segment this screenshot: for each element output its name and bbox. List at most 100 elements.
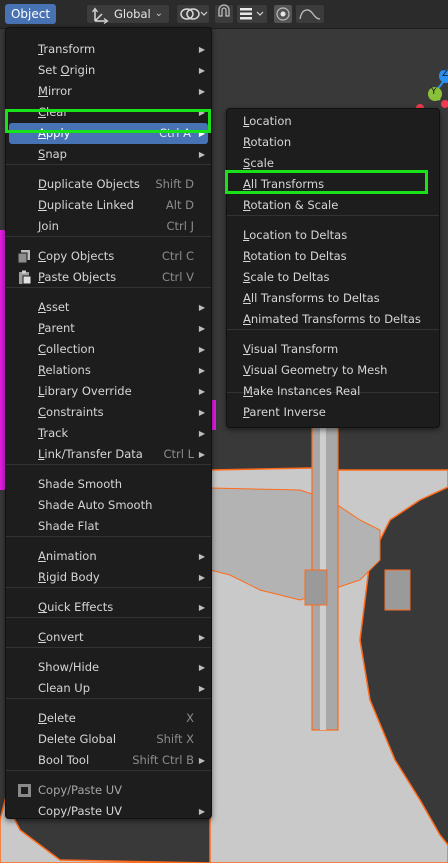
menu-item-label: Duplicate Linked	[38, 198, 134, 212]
proportional-edit-icon	[276, 7, 290, 21]
submenu-arrow-icon: ▶	[198, 345, 205, 354]
menu-item-copy-paste-uv: Copy/Paste UV	[6, 780, 211, 801]
menu-item-join[interactable]: Join Ctrl J	[6, 216, 211, 237]
menu-item-label: Copy Objects	[38, 249, 115, 263]
menu-item-shade-smooth[interactable]: Shade Smooth	[6, 474, 211, 495]
menu-item-rotation[interactable]: Rotation	[227, 132, 439, 153]
menu-item-all-transforms-to-deltas[interactable]: All Transforms to Deltas	[227, 288, 439, 309]
menu-item-rotation-scale[interactable]: Rotation & Scale	[227, 195, 439, 216]
snap-increment-icon	[240, 8, 264, 20]
menu-item-copy-objects[interactable]: Copy Objects Ctrl C	[6, 246, 211, 267]
menu-item-label: All Transforms to Deltas	[243, 291, 380, 305]
menu-item-delete-global[interactable]: Delete Global Shift X	[6, 729, 211, 750]
menu-item-duplicate-linked[interactable]: Duplicate Linked Alt D	[6, 195, 211, 216]
orientation-axes-icon	[92, 7, 109, 24]
submenu-arrow-icon: ▶	[198, 756, 205, 765]
chevron-down-icon: ⌄	[154, 8, 163, 19]
menu-item-label: Quick Effects	[38, 600, 114, 614]
submenu-arrow-icon: ▶	[198, 429, 205, 438]
link-pivot-icon	[180, 8, 208, 20]
menu-item-label: Copy/Paste UV	[38, 783, 123, 797]
menu-item-label: Snap	[38, 147, 67, 161]
menu-item-library-override[interactable]: Library Override ▶	[6, 381, 211, 402]
all-transforms-highlight-box	[225, 170, 428, 194]
menu-item-label: Constraints	[38, 405, 104, 419]
menu-item-label: Shade Smooth	[38, 477, 123, 491]
submenu-arrow-icon: ▶	[198, 150, 205, 159]
menu-item-label: Parent	[38, 321, 75, 335]
submenu-arrow-icon: ▶	[198, 807, 205, 816]
pivot-point-dropdown[interactable]	[176, 4, 210, 24]
menu-item-label: Scale to Deltas	[243, 270, 330, 284]
submenu-arrow-icon: ▶	[198, 663, 205, 672]
menu-item-label: Shade Auto Smooth	[38, 498, 153, 512]
menu-item-asset[interactable]: Asset ▶	[6, 297, 211, 318]
menu-item-location-to-deltas[interactable]: Location to Deltas	[227, 225, 439, 246]
shortcut-label: Alt D	[165, 198, 194, 212]
submenu-arrow-icon: ▶	[198, 552, 205, 561]
menu-item-paste-objects[interactable]: Paste Objects Ctrl V	[6, 267, 211, 288]
menu-item-label: Visual Transform	[243, 342, 339, 356]
menu-item-rotation-to-deltas[interactable]: Rotation to Deltas	[227, 246, 439, 267]
menu-item-label: Rotation to Deltas	[243, 249, 347, 263]
menu-item-clean-up[interactable]: Clean Up ▶	[6, 678, 211, 699]
menu-item-scale-to-deltas[interactable]: Scale to Deltas	[227, 267, 439, 288]
menu-item-label: Set Origin	[38, 63, 96, 77]
menu-item-transform[interactable]: Transform ▶	[6, 39, 211, 60]
proportional-editing-toggle[interactable]	[273, 4, 293, 24]
menu-item-rigid-body[interactable]: Rigid Body ▶	[6, 567, 211, 588]
menu-item-animated-transforms-to-deltas[interactable]: Animated Transforms to Deltas	[227, 309, 439, 330]
snap-toggle[interactable]	[214, 4, 234, 24]
menu-item-label: Show/Hide	[38, 660, 100, 674]
menu-item-location[interactable]: Location	[227, 111, 439, 132]
magnet-icon	[218, 4, 230, 17]
snap-element-dropdown[interactable]	[236, 4, 268, 24]
menu-item-label: Location	[243, 114, 292, 128]
menu-item-label: Rotation & Scale	[243, 198, 339, 212]
menu-item-snap[interactable]: Snap ▶	[6, 144, 211, 165]
menu-item-parent-inverse[interactable]: Parent Inverse	[227, 402, 439, 423]
menu-item-convert[interactable]: Convert ▶	[6, 627, 211, 648]
menu-item-visual-geometry-to-mesh[interactable]: Visual Geometry to Mesh	[227, 360, 439, 381]
menu-item-link-transfer-data[interactable]: Link/Transfer Data Ctrl L ▶	[6, 444, 211, 465]
menu-item-label: Animation	[38, 549, 97, 563]
menu-item-track[interactable]: Track ▶	[6, 423, 211, 444]
menu-item-label: Mirror	[38, 84, 72, 98]
submenu-arrow-icon: ▶	[198, 324, 205, 333]
menu-item-bool-tool[interactable]: Bool Tool Shift Ctrl B ▶	[6, 750, 211, 771]
menu-item-collection[interactable]: Collection ▶	[6, 339, 211, 360]
menu-item-constraints[interactable]: Constraints ▶	[6, 402, 211, 423]
shortcut-label: Ctrl J	[166, 219, 194, 233]
menu-item-shade-auto-smooth[interactable]: Shade Auto Smooth	[6, 495, 211, 516]
paste-icon	[19, 270, 32, 285]
transform-orientation-dropdown[interactable]: Global ⌄	[86, 4, 170, 24]
menu-item-parent[interactable]: Parent ▶	[6, 318, 211, 339]
menu-item-delete[interactable]: Delete X	[6, 708, 211, 729]
menu-item-duplicate-objects[interactable]: Duplicate Objects Shift D	[6, 174, 211, 195]
menu-item-set-origin[interactable]: Set Origin ▶	[6, 60, 211, 81]
menu-item-make-instances-real[interactable]: Make Instances Real	[227, 381, 439, 402]
apply-highlight-box	[5, 109, 211, 133]
submenu-arrow-icon: ▶	[198, 684, 205, 693]
menu-item-label: Transform	[38, 42, 96, 56]
gizmo-y-label: Y	[431, 87, 437, 97]
menu-item-mirror[interactable]: Mirror ▶	[6, 81, 211, 102]
menu-item-shade-flat[interactable]: Shade Flat	[6, 516, 211, 537]
submenu-arrow-icon: ▶	[198, 66, 205, 75]
proportional-falloff-dropdown[interactable]	[295, 4, 325, 24]
submenu-arrow-icon: ▶	[198, 303, 205, 312]
menu-item-relations[interactable]: Relations ▶	[6, 360, 211, 381]
menu-item-quick-effects[interactable]: Quick Effects ▶	[6, 597, 211, 618]
menu-item-visual-transform[interactable]: Visual Transform	[227, 339, 439, 360]
menu-item-copy-paste-uv[interactable]: Copy/Paste UV ▶	[6, 801, 211, 822]
menu-item-animation[interactable]: Animation ▶	[6, 546, 211, 567]
object-menu-button[interactable]: Object	[5, 4, 56, 24]
shortcut-label: X	[186, 711, 194, 725]
menu-item-show-hide[interactable]: Show/Hide ▶	[6, 657, 211, 678]
submenu-arrow-icon: ▶	[198, 87, 205, 96]
bracket-2	[384, 569, 411, 611]
shortcut-label: Shift X	[156, 732, 194, 746]
menu-item-label: Convert	[38, 630, 84, 644]
menu-item-label: Link/Transfer Data	[38, 447, 143, 461]
submenu-arrow-icon: ▶	[198, 450, 205, 459]
